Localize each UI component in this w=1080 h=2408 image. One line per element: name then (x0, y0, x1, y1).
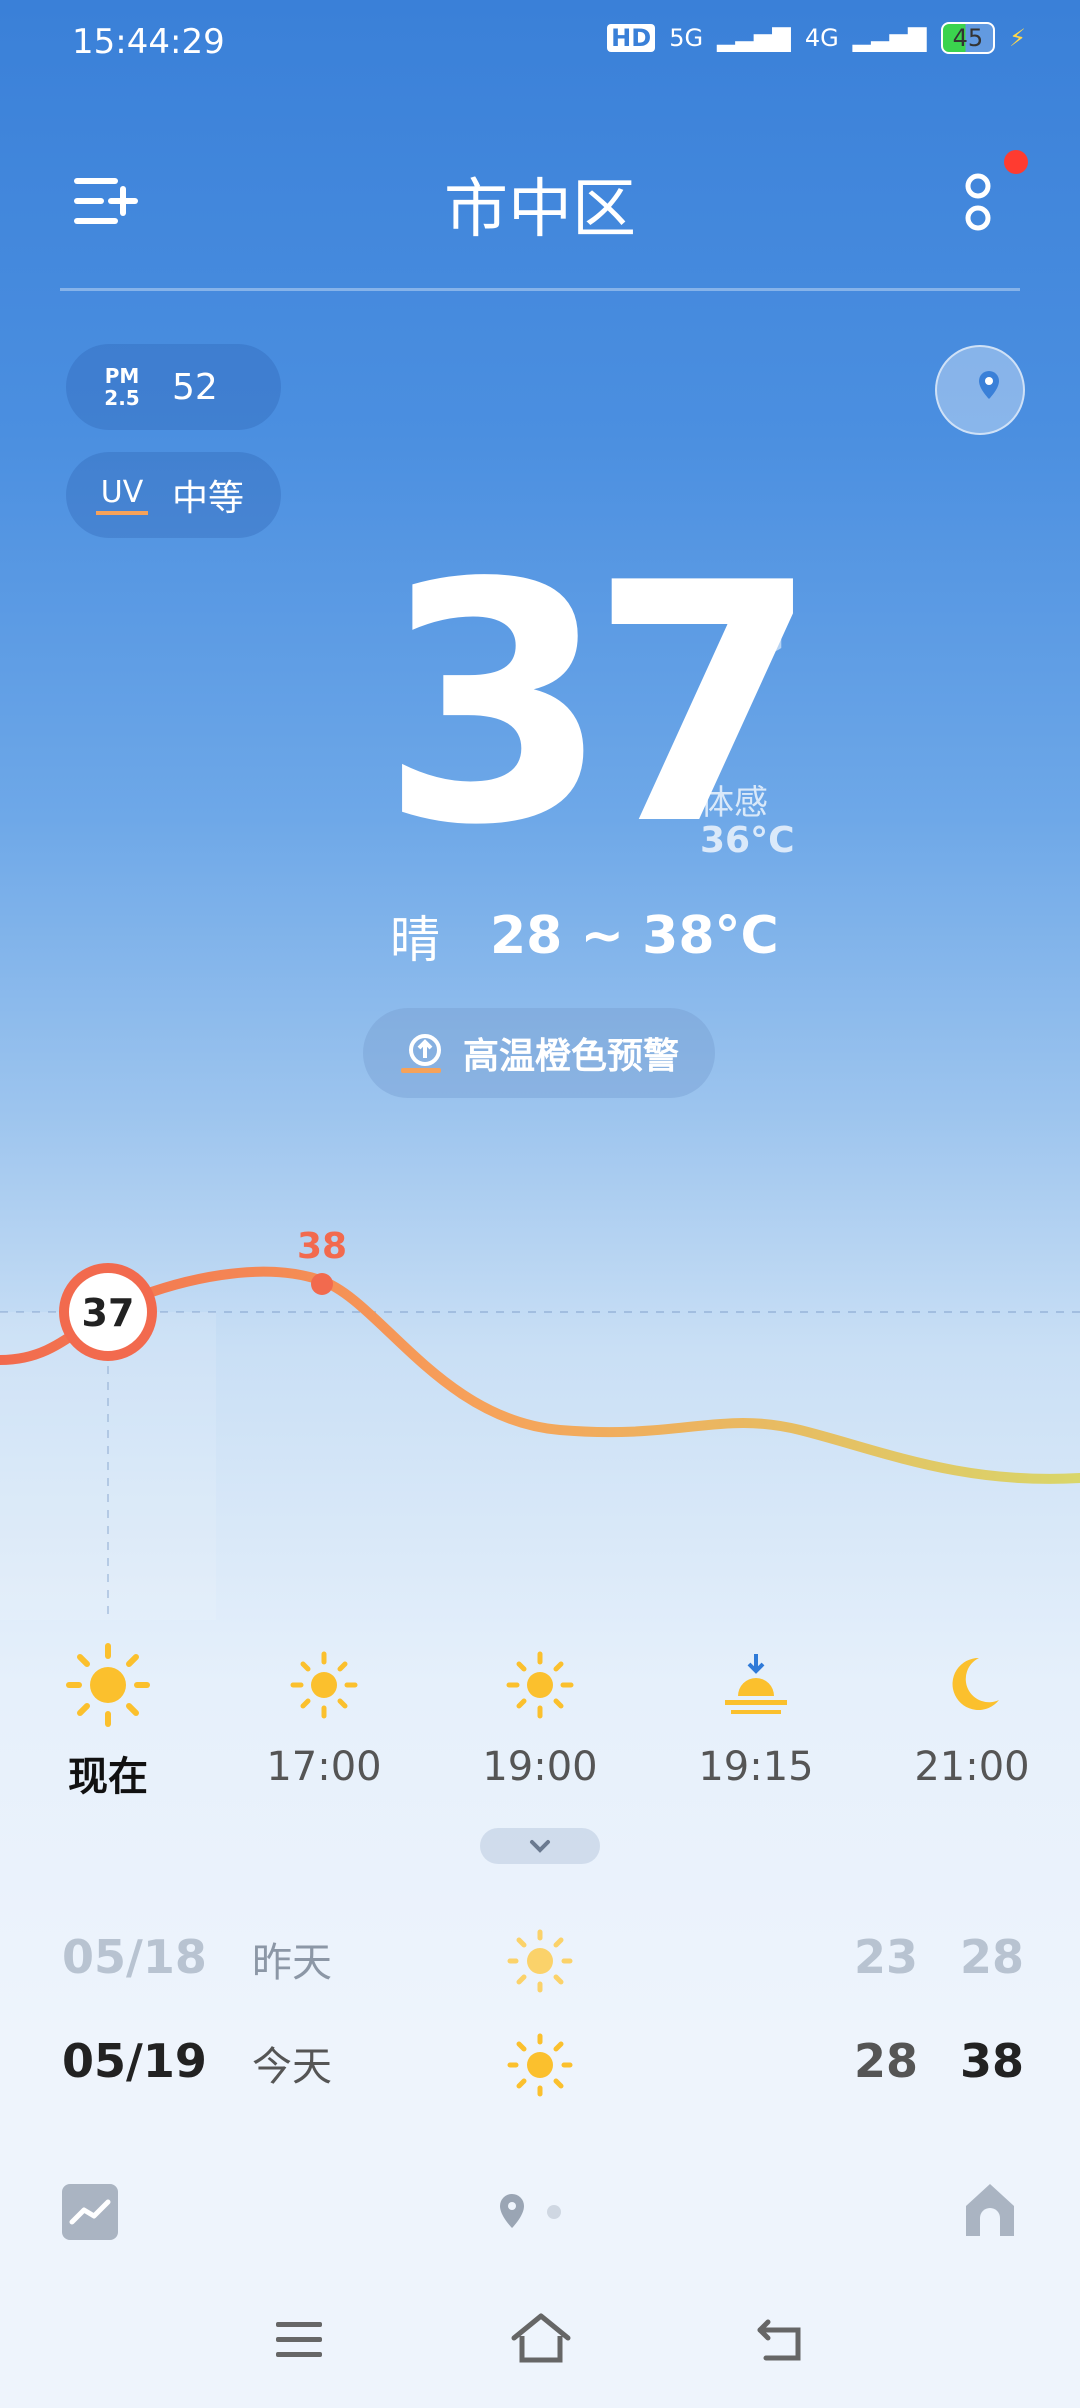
current-temp-marker-label: 37 (82, 1291, 135, 1335)
peak-temp-label: 38 (297, 1226, 347, 1267)
temperature-unit: °C (676, 568, 787, 675)
temperature-range: 28 ~ 38°C (490, 906, 779, 966)
home-widget-icon[interactable] (962, 2180, 1018, 2240)
sunset-icon (725, 1654, 787, 1714)
pm25-pill[interactable]: PM 2.5 52 (66, 344, 281, 430)
hourly-time: 19:15 (698, 1744, 814, 1790)
signal-4g: 4G (804, 24, 839, 52)
signal-5g: 5G (669, 24, 704, 52)
hourly-time: 21:00 (914, 1744, 1030, 1790)
hourly-item[interactable]: 21:00 (892, 1640, 1052, 1790)
pm25-icon: PM 2.5 (104, 364, 140, 410)
notification-dot (1004, 150, 1028, 174)
daily-high: 38 (960, 2034, 1025, 2088)
daily-low: 23 (854, 1930, 919, 1984)
daily-row-yesterday[interactable]: 05/18 昨天 23 28 (0, 1929, 1080, 2010)
weather-alert-button[interactable]: 高温橙色预警 (363, 1008, 715, 1098)
daily-row-today[interactable]: 05/19 今天 28 38 (0, 2033, 1080, 2114)
status-time: 15:44:29 (72, 22, 225, 62)
hourly-item[interactable]: 19:00 (460, 1640, 620, 1790)
battery-indicator: 45 (940, 22, 996, 54)
condition-row: 晴 28 ~ 38°C (390, 900, 779, 972)
sun-icon (506, 1651, 574, 1719)
hourly-time: 17:00 (266, 1744, 382, 1790)
header-divider (60, 288, 1020, 291)
feels-like-value: 36°C (700, 820, 795, 861)
expand-forecast-button[interactable] (480, 1828, 600, 1864)
daily-low: 28 (854, 2034, 919, 2088)
hourly-item-now[interactable]: 现在 (28, 1640, 188, 1802)
uv-icon: UV (96, 475, 148, 515)
hd-indicator: HD (607, 24, 656, 52)
daily-date: 05/18 (62, 1930, 207, 1984)
map-button[interactable] (935, 345, 1025, 435)
page-dot (547, 2205, 561, 2219)
chevron-down-icon (530, 1840, 550, 1853)
signal-bars-icon: ▂▃▅▇ (852, 24, 927, 52)
sun-icon (290, 1651, 358, 1719)
pm25-value: 52 (172, 366, 218, 408)
hourly-temperature-chart: 38 37 (0, 1226, 1080, 1620)
sun-icon (66, 1643, 150, 1727)
hourly-forecast: 现在 17:00 19:00 19:15 21:00 (0, 1640, 1080, 1800)
more-options-icon[interactable] (950, 162, 1010, 242)
home-icon[interactable] (510, 2312, 572, 2366)
hourly-item[interactable]: 17:00 (244, 1640, 404, 1790)
condition-text: 晴 (390, 911, 440, 969)
sun-icon (507, 2033, 573, 2097)
daily-high: 28 (960, 1930, 1025, 1984)
hourly-time: 19:00 (482, 1744, 598, 1790)
feels-like-label: 体感 (700, 783, 768, 823)
charging-icon: ⚡ (1009, 24, 1026, 52)
trend-chart-icon[interactable] (62, 2184, 118, 2240)
city-title: 市中区 (444, 173, 636, 247)
location-indicator-icon (500, 2194, 524, 2228)
back-icon[interactable] (756, 2316, 808, 2364)
moon-icon (952, 1657, 999, 1710)
page-indicator (500, 2194, 561, 2228)
daily-date: 05/19 (62, 2034, 207, 2088)
daily-name: 今天 (252, 2044, 332, 2090)
menu-icon[interactable] (274, 2318, 326, 2362)
uv-value: 中等 (172, 478, 245, 519)
daily-name: 昨天 (252, 1940, 332, 1986)
hourly-time: 现在 (68, 1754, 148, 1800)
heat-alert-icon (401, 1034, 441, 1073)
peak-point (311, 1273, 333, 1295)
hourly-item[interactable]: 19:15 (676, 1640, 836, 1790)
uv-pill[interactable]: UV 中等 (66, 452, 281, 538)
sun-icon (507, 1929, 573, 1993)
status-icons: HD 5G ▂▃▅▇ 4G ▂▃▅▇ 45 ⚡ (607, 22, 1026, 54)
system-nav-bar (0, 2300, 1080, 2380)
signal-bars-icon: ▂▃▅▇ (717, 24, 791, 52)
alert-text: 高温橙色预警 (463, 1036, 680, 1077)
